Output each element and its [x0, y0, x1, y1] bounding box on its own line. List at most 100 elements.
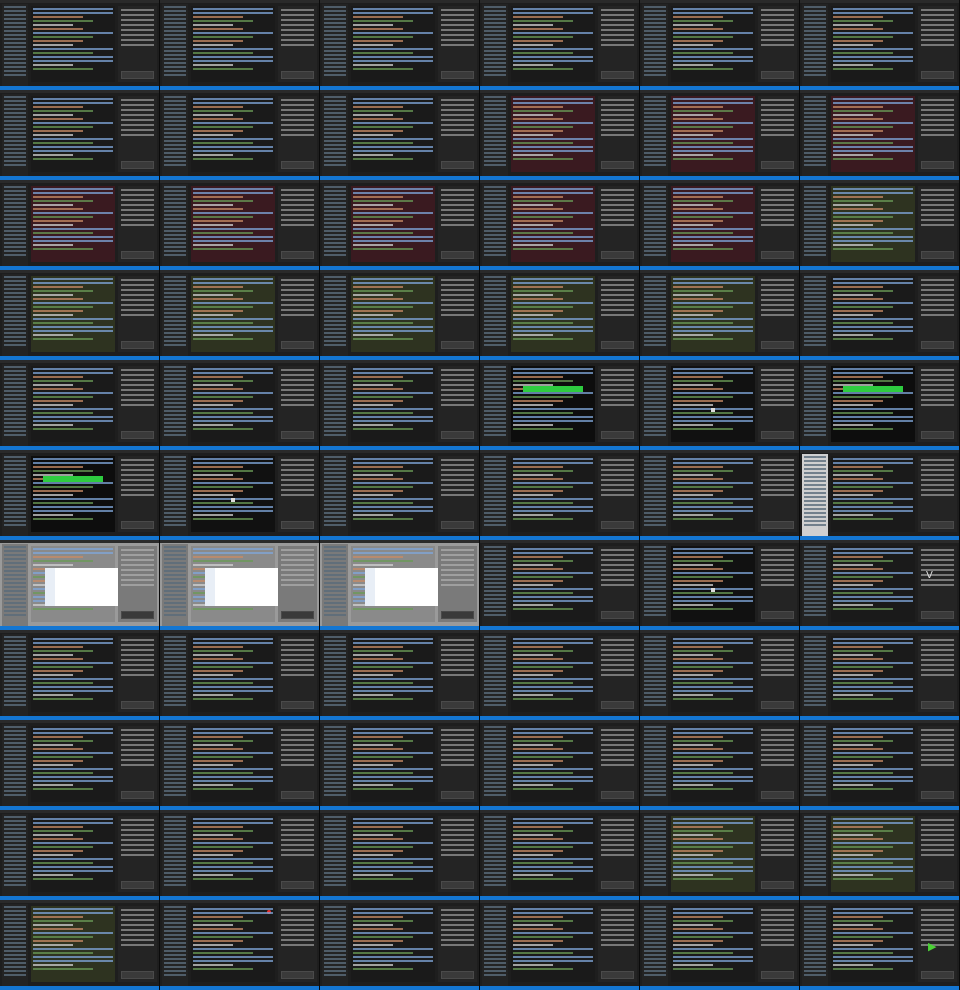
code-line [33, 408, 113, 410]
chat-text-line [441, 644, 474, 646]
file-explorer-panel [162, 904, 188, 986]
code-line [193, 200, 254, 202]
code-line [353, 126, 414, 128]
code-line [513, 48, 593, 50]
code-line [33, 486, 94, 488]
chat-text-line [441, 134, 474, 136]
code-line [33, 580, 84, 582]
explorer-line [644, 50, 666, 52]
code-line [833, 126, 894, 128]
explorer-line [164, 238, 186, 240]
explorer-line [324, 22, 346, 24]
assistant-chat-panel [118, 276, 157, 352]
chat-text-line [441, 944, 474, 946]
chat-text-line [441, 729, 474, 731]
explorer-line [644, 930, 666, 932]
chat-text-line [281, 384, 314, 386]
explorer-line [4, 230, 26, 232]
chat-text-line [441, 484, 474, 486]
file-explorer-panel [482, 634, 508, 716]
code-line [353, 788, 414, 790]
chat-text-line [761, 839, 794, 841]
window-titlebar [0, 180, 159, 183]
code-line [353, 32, 433, 34]
explorer-line [804, 38, 826, 40]
explorer-line [4, 512, 26, 514]
explorer-line [484, 492, 506, 494]
code-line [513, 16, 564, 18]
explorer-line [4, 406, 26, 408]
file-explorer-panel [162, 184, 188, 266]
code-line [513, 56, 593, 58]
explorer-line [4, 34, 26, 36]
chat-text-line [121, 99, 154, 101]
window-titlebar [800, 810, 959, 813]
explorer-line [804, 74, 826, 76]
chat-input-box [441, 701, 474, 709]
explorer-line [644, 46, 666, 48]
explorer-line [804, 164, 826, 166]
chat-text-line [121, 464, 154, 466]
chat-text-line [761, 494, 794, 496]
code-line [193, 16, 244, 18]
code-line [673, 788, 734, 790]
explorer-line [804, 922, 826, 924]
code-line [833, 514, 874, 516]
explorer-line [804, 18, 826, 20]
code-line [353, 560, 414, 562]
code-line [353, 154, 394, 156]
explorer-line [804, 614, 826, 616]
explorer-line [644, 872, 666, 874]
code-line [513, 388, 564, 390]
explorer-line [644, 950, 666, 952]
code-editor-panel [351, 636, 435, 712]
chat-text-line [281, 29, 314, 31]
chat-text-line [121, 479, 154, 481]
file-explorer-panel [162, 454, 188, 536]
explorer-line [4, 120, 26, 122]
chat-text-line [121, 839, 154, 841]
chat-text-line [921, 114, 954, 116]
code-line [193, 822, 273, 824]
code-line [513, 968, 574, 970]
explorer-line [324, 464, 346, 466]
explorer-line [4, 202, 26, 204]
code-line [513, 952, 574, 954]
window-titlebar [640, 90, 799, 93]
chat-text-line [121, 579, 154, 581]
code-editor-panel [351, 96, 435, 172]
explorer-line [164, 730, 186, 732]
screenshot-tile [320, 720, 480, 810]
explorer-line [484, 332, 506, 334]
explorer-line [324, 198, 346, 200]
assistant-chat-panel [758, 276, 797, 352]
explorer-line [484, 10, 506, 12]
code-line [353, 834, 394, 836]
code-line [33, 964, 74, 966]
code-line [513, 482, 593, 484]
explorer-line [164, 762, 186, 764]
code-line [193, 788, 254, 790]
explorer-line [324, 820, 346, 822]
chat-text-line [761, 744, 794, 746]
explorer-line [324, 598, 346, 600]
code-line [193, 846, 254, 848]
chat-text-line [761, 659, 794, 661]
explorer-line [324, 570, 346, 572]
explorer-line [484, 876, 506, 878]
explorer-line [324, 402, 346, 404]
code-line [193, 494, 234, 496]
code-line [673, 952, 734, 954]
code-line [33, 674, 74, 676]
explorer-line [4, 496, 26, 498]
code-line [33, 212, 113, 214]
explorer-line [4, 332, 26, 334]
explorer-line [644, 328, 666, 330]
code-line [513, 638, 593, 640]
assistant-chat-panel [278, 726, 317, 802]
explorer-line [804, 848, 826, 850]
explorer-line [484, 918, 506, 920]
explorer-line [804, 558, 826, 560]
explorer-line [644, 906, 666, 908]
explorer-line [324, 382, 346, 384]
